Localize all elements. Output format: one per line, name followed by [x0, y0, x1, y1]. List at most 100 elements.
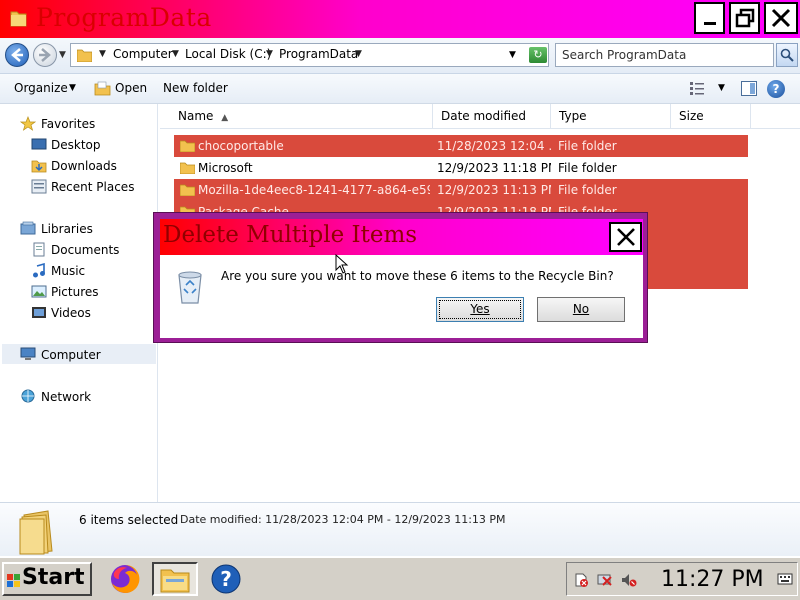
- dialog-titlebar[interactable]: Delete Multiple Items: [160, 219, 643, 255]
- help-icon: ?: [211, 564, 241, 594]
- firefox-icon: [111, 564, 140, 593]
- chevron-down-icon[interactable]: ▼: [172, 49, 179, 59]
- close-button[interactable]: [764, 2, 798, 34]
- forward-button[interactable]: [33, 43, 57, 67]
- close-icon: [771, 8, 791, 28]
- close-icon: [616, 228, 635, 246]
- delete-confirm-dialog: Delete Multiple Items Are you sure you w…: [153, 212, 648, 343]
- folder-icon: [180, 184, 195, 196]
- file-date: 12/9/2023 11:18 PM: [437, 161, 551, 175]
- yes-button[interactable]: Yes: [436, 297, 524, 322]
- no-button[interactable]: No: [537, 297, 625, 322]
- organize-button[interactable]: Organize: [14, 81, 68, 95]
- no-button-label: No: [572, 302, 590, 316]
- pictures-icon: [31, 285, 47, 298]
- column-type[interactable]: Type: [551, 104, 671, 129]
- network-icon: [21, 389, 35, 403]
- taskbar-explorer[interactable]: [152, 562, 198, 596]
- table-row[interactable]: chocoportable 11/28/2023 12:04 ... File …: [174, 135, 748, 157]
- dialog-close-button[interactable]: [609, 222, 642, 252]
- nav-computer[interactable]: Computer: [41, 348, 101, 362]
- nav-recent-places[interactable]: Recent Places: [51, 180, 134, 194]
- minimize-button[interactable]: [694, 2, 725, 34]
- nav-desktop[interactable]: Desktop: [51, 138, 101, 152]
- volume-muted-icon[interactable]: [621, 572, 637, 588]
- details-pane: 6 items selected Date modified: 11/28/20…: [0, 502, 800, 556]
- navigation-pane: Favorites Desktop Downloads Recent Place…: [0, 104, 158, 502]
- chevron-down-icon[interactable]: ▼: [355, 49, 362, 59]
- file-name: Mozilla-1de4eec8-1241-4177-a864-e594e...: [198, 183, 430, 197]
- chevron-down-icon[interactable]: ▼: [266, 49, 273, 59]
- nav-pictures[interactable]: Pictures: [51, 285, 99, 299]
- selection-date-range: Date modified: 11/28/2023 12:04 PM - 12/…: [180, 513, 506, 526]
- table-row[interactable]: Mozilla-1de4eec8-1241-4177-a864-e594e...…: [174, 179, 748, 201]
- file-name: chocoportable: [198, 139, 284, 153]
- nav-music[interactable]: Music: [51, 264, 85, 278]
- back-arrow-icon: [11, 48, 23, 62]
- chevron-down-icon[interactable]: ▼: [99, 49, 106, 59]
- computer-icon: [20, 347, 36, 360]
- open-button[interactable]: Open: [115, 81, 147, 95]
- start-button[interactable]: Start: [2, 562, 92, 596]
- crumb-programdata[interactable]: ProgramData: [279, 47, 358, 61]
- new-folder-button[interactable]: New folder: [163, 81, 228, 95]
- nav-network[interactable]: Network: [41, 390, 91, 404]
- refresh-icon[interactable]: ↻: [529, 47, 547, 63]
- column-date-modified[interactable]: Date modified: [433, 104, 551, 129]
- address-box[interactable]: ▼ Computer ▼ Local Disk (C:) ▼ ProgramDa…: [70, 43, 549, 67]
- taskbar-help[interactable]: ?: [206, 562, 246, 596]
- folder-icon: [180, 140, 195, 152]
- recent-pages-dropdown[interactable]: ▼: [59, 50, 66, 60]
- folder-icon: [180, 162, 195, 174]
- search-input[interactable]: Search ProgramData: [555, 43, 774, 67]
- column-name-label: Name: [178, 109, 214, 123]
- restore-icon: [735, 8, 754, 28]
- security-alert-icon[interactable]: [573, 572, 589, 588]
- folder-stack-icon: [19, 510, 53, 555]
- table-row[interactable]: Microsoft 12/9/2023 11:18 PM File folder: [174, 157, 748, 179]
- yes-button-label: Yes: [470, 302, 490, 316]
- file-type: File folder: [558, 139, 617, 153]
- explorer-icon: [160, 569, 190, 593]
- network-disconnected-icon[interactable]: [597, 572, 613, 588]
- search-icon: [780, 48, 794, 62]
- downloads-icon: [31, 160, 47, 173]
- crumb-computer[interactable]: Computer: [113, 47, 173, 61]
- documents-icon: [33, 242, 45, 257]
- folder-icon: [10, 11, 27, 27]
- taskbar: Start ? 11:27 PM: [0, 556, 800, 600]
- svg-text:?: ?: [220, 567, 232, 591]
- back-button[interactable]: [5, 43, 29, 67]
- search-button[interactable]: [776, 43, 798, 67]
- minimize-icon: [703, 22, 716, 25]
- taskbar-clock[interactable]: 11:27 PM: [661, 567, 764, 592]
- chevron-down-icon[interactable]: ▼: [69, 83, 76, 93]
- preview-pane-icon[interactable]: [741, 81, 757, 96]
- help-icon[interactable]: ?: [767, 80, 785, 98]
- nav-libraries[interactable]: Libraries: [41, 222, 93, 236]
- recent-places-icon: [31, 179, 47, 194]
- column-size[interactable]: Size: [671, 104, 751, 129]
- taskbar-firefox[interactable]: [105, 562, 145, 596]
- keyboard-layout-icon[interactable]: [777, 571, 793, 587]
- chevron-down-icon[interactable]: ▼: [718, 83, 725, 93]
- window-titlebar[interactable]: ProgramData: [0, 0, 800, 38]
- nav-favorites[interactable]: Favorites: [41, 117, 95, 131]
- restore-button[interactable]: [729, 2, 760, 34]
- crumb-local-disk[interactable]: Local Disk (C:): [185, 47, 271, 61]
- nav-documents[interactable]: Documents: [51, 243, 119, 257]
- address-history-dropdown[interactable]: ▼: [509, 50, 516, 60]
- nav-videos[interactable]: Videos: [51, 306, 91, 320]
- window-title: ProgramData: [36, 3, 212, 32]
- sort-ascending-icon: ▲: [221, 113, 229, 123]
- open-folder-icon: [94, 81, 111, 96]
- change-view-icon[interactable]: [690, 82, 706, 95]
- videos-icon: [32, 307, 46, 318]
- column-name[interactable]: Name ▲: [170, 104, 433, 129]
- nav-downloads[interactable]: Downloads: [51, 159, 117, 173]
- windows-logo-icon: [7, 574, 20, 587]
- file-type: File folder: [558, 183, 617, 197]
- column-headers: Name ▲ Date modified Type Size: [160, 104, 800, 129]
- file-date: 11/28/2023 12:04 ...: [437, 139, 551, 153]
- dialog-message: Are you sure you want to move these 6 it…: [221, 269, 614, 283]
